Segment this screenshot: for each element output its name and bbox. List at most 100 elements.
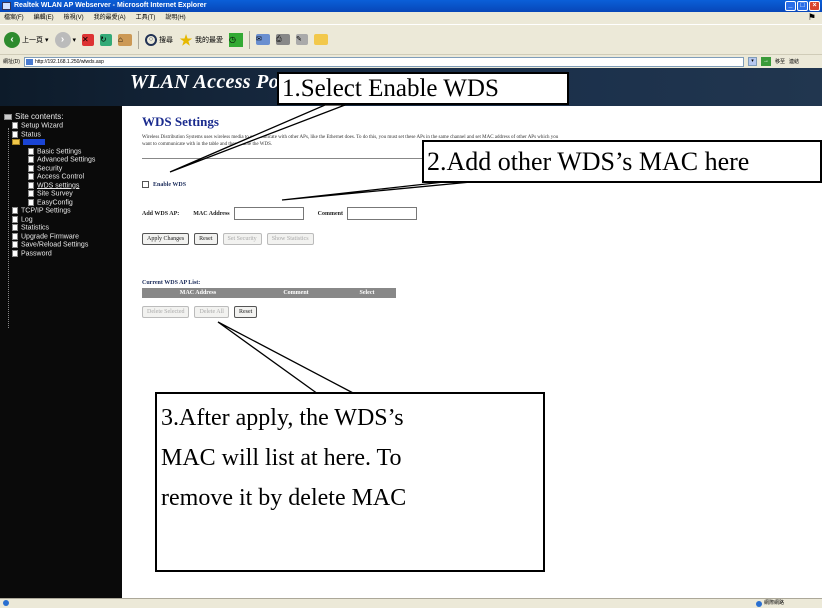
- sidebar-item-label: Status: [21, 130, 41, 138]
- separator: [249, 30, 251, 49]
- sidebar-item-label: Statistics: [21, 224, 50, 232]
- add-wds-row: Add WDS AP: MAC Address Comment: [142, 207, 417, 220]
- mail-icon[interactable]: ✉: [256, 34, 271, 45]
- sidebar-item-site-survey[interactable]: Site Survey: [0, 190, 122, 199]
- address-bar: 網址(D) http://192.168.1.250/wlwds.asp ▾ →…: [0, 54, 822, 68]
- links-label[interactable]: 連結: [789, 58, 799, 65]
- document-icon: [28, 147, 34, 155]
- menu-view[interactable]: 檢視(V): [64, 12, 84, 24]
- sidebar-item-folder[interactable]: [0, 139, 122, 148]
- minimize-button[interactable]: _: [785, 1, 796, 11]
- enable-wds-checkbox[interactable]: [142, 181, 149, 188]
- print-icon[interactable]: ⎙: [276, 34, 291, 45]
- show-statistics-button[interactable]: Show Statistics: [266, 233, 314, 245]
- document-icon: [12, 224, 18, 231]
- mac-address-input[interactable]: [233, 207, 304, 220]
- sidebar-item-label: WDS settings: [37, 181, 80, 189]
- sidebar-title: Site contents:: [4, 112, 63, 121]
- callout-line: 3.After apply, the WDS’s: [161, 405, 404, 431]
- delete-selected-button[interactable]: Delete Selected: [142, 306, 190, 318]
- sidebar-item-label: Save/Reload Settings: [21, 241, 89, 249]
- stop-icon[interactable]: ✕: [82, 33, 95, 46]
- search-button[interactable]: ○ 搜尋: [145, 33, 173, 46]
- sidebar-item-wds-settings[interactable]: WDS settings: [0, 181, 122, 191]
- wds-list-title: Current WDS AP List:: [142, 280, 201, 286]
- globe-icon: [755, 600, 762, 607]
- sidebar-item-tcp-ip-settings[interactable]: TCP/IP Settings: [0, 207, 122, 216]
- browser-window: Realtek WLAN AP Webserver - Microsoft In…: [0, 0, 822, 608]
- sidebar-item-easyconfig[interactable]: EasyConfig: [0, 198, 122, 208]
- set-security-button[interactable]: Set Security: [222, 233, 262, 245]
- home-icon[interactable]: ⌂: [118, 33, 133, 46]
- menu-help[interactable]: 說明(H): [165, 12, 185, 24]
- maximize-button[interactable]: □: [797, 1, 808, 11]
- menu-file[interactable]: 檔案(F): [4, 12, 24, 24]
- go-icon[interactable]: →: [760, 57, 771, 66]
- enable-wds-row: Enable WDS: [142, 181, 186, 188]
- sidebar-item-setup-wizard[interactable]: Setup Wizard: [0, 122, 122, 131]
- sidebar-item-password[interactable]: Password: [0, 249, 122, 259]
- sidebar-item-basic-settings[interactable]: Basic Settings: [0, 147, 122, 157]
- history-icon[interactable]: ◷: [229, 32, 244, 47]
- comment-label: Comment: [317, 210, 343, 217]
- sidebar-item-label: Basic Settings: [37, 147, 82, 155]
- address-input[interactable]: http://192.168.1.250/wlwds.asp: [23, 56, 744, 67]
- document-icon: [12, 215, 18, 223]
- callout-line: remove it by delete MAC: [161, 485, 407, 511]
- apply-changes-button[interactable]: Apply Changes: [142, 233, 190, 245]
- favorites-icon: ★: [179, 31, 193, 48]
- sidebar-item-upgrade-firmware[interactable]: Upgrade Firmware: [0, 232, 122, 242]
- document-icon: [12, 122, 18, 129]
- callout-add-mac: 2.Add other WDS’s MAC here: [422, 140, 822, 183]
- sidebar-item-security[interactable]: Security: [0, 164, 122, 174]
- favorites-button[interactable]: ★ 我的最愛: [179, 32, 223, 48]
- reset-button[interactable]: Reset: [194, 233, 218, 245]
- window-controls: _ □ ×: [785, 1, 820, 11]
- page-icon: [25, 58, 33, 65]
- back-button[interactable]: ‹ 上一頁 ▾: [4, 31, 49, 48]
- list-reset-button[interactable]: Reset: [233, 306, 258, 318]
- forward-button[interactable]: › ▾: [54, 31, 76, 48]
- document-icon: [28, 156, 34, 163]
- ie-app-icon: [2, 2, 11, 10]
- edit-icon[interactable]: ✎: [296, 34, 309, 45]
- comment-input[interactable]: [346, 207, 417, 220]
- sidebar-item-label: EasyConfig: [37, 198, 73, 206]
- menu-favorites[interactable]: 我的最愛(A): [94, 12, 126, 24]
- menu-tools[interactable]: 工具(T): [136, 12, 156, 24]
- document-icon: [28, 181, 34, 189]
- document-icon: [28, 164, 34, 172]
- toolbar: ‹ 上一頁 ▾ › ▾ ✕ ↻ ⌂ ○ 搜尋 ★ 我的最愛 ◷ ✉ ⎙ ✎: [0, 24, 822, 54]
- search-icon: ○: [145, 33, 158, 46]
- delete-all-button[interactable]: Delete All: [194, 306, 229, 318]
- sidebar-item-status[interactable]: Status: [0, 130, 122, 140]
- mac-address-label: MAC Address: [193, 210, 230, 217]
- selected-folder-highlight: [23, 139, 45, 146]
- document-icon: [12, 249, 18, 257]
- document-icon: [12, 207, 18, 214]
- add-wds-label: Add WDS AP:: [142, 210, 180, 217]
- folder-icon: [12, 139, 20, 146]
- address-url: http://192.168.1.250/wlwds.asp: [34, 58, 104, 65]
- title-bar: Realtek WLAN AP Webserver - Microsoft In…: [0, 0, 822, 12]
- sidebar-item-save-reload-settings[interactable]: Save/Reload Settings: [0, 241, 122, 250]
- sidebar-item-statistics[interactable]: Statistics: [0, 224, 122, 233]
- callout-line: MAC will list at here. To: [161, 445, 402, 471]
- sidebar-item-label: Advanced Settings: [37, 156, 96, 164]
- window-title: Realtek WLAN AP Webserver - Microsoft In…: [14, 2, 207, 9]
- sidebar-item-label: Log: [21, 215, 33, 223]
- list-buttons: Delete Selected Delete All Reset: [142, 306, 258, 318]
- address-dropdown[interactable]: ▾: [747, 57, 757, 66]
- go-label[interactable]: 移至: [775, 58, 785, 65]
- menu-edit[interactable]: 編輯(E): [34, 12, 54, 24]
- document-icon: [28, 198, 34, 206]
- sidebar-item-log[interactable]: Log: [0, 215, 122, 225]
- menu-bar: 檔案(F) 編輯(E) 檢視(V) 我的最愛(A) 工具(T) 說明(H) ⚑: [0, 12, 822, 24]
- sidebar-item-label: Upgrade Firmware: [21, 232, 79, 240]
- sidebar-item-access-control[interactable]: Access Control: [0, 173, 122, 182]
- sidebar-item-label: Setup Wizard: [21, 122, 64, 130]
- sidebar-item-advanced-settings[interactable]: Advanced Settings: [0, 156, 122, 165]
- refresh-icon[interactable]: ↻: [100, 33, 113, 46]
- close-button[interactable]: ×: [809, 1, 820, 11]
- folder-icon[interactable]: [314, 34, 329, 45]
